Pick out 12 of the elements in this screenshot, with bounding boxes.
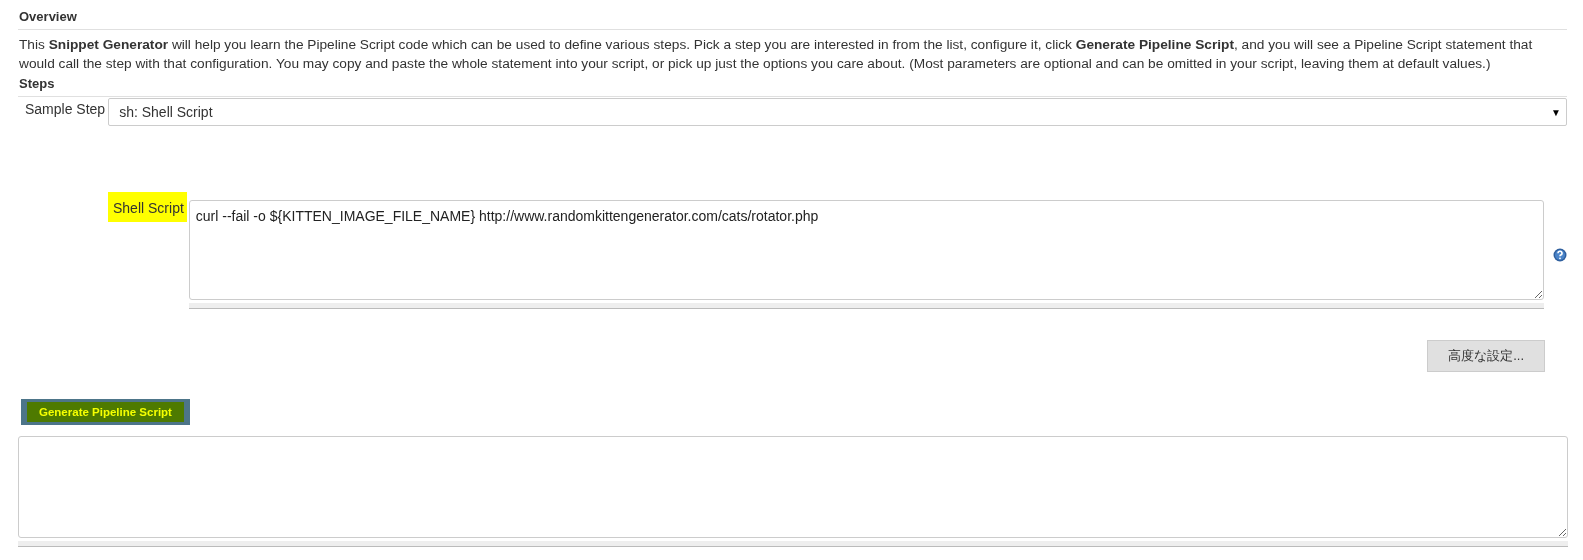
- advanced-button[interactable]: 高度な設定...: [1427, 340, 1545, 372]
- generate-button[interactable]: Generate Pipeline Script: [21, 399, 190, 425]
- step-select[interactable]: sh: Shell Script ▼: [108, 98, 1567, 126]
- dropdown-arrow: ▼: [1551, 106, 1561, 118]
- section-heading: Steps: [18, 73, 1567, 97]
- help-icon[interactable]: [1553, 248, 1567, 262]
- description-text: This Snippet Generator will help you learn the Pipeline Script code which can be used to define various steps. Pick a step you are interested in from the list, configure it, click Generate Pipeline Script, and you will see a Pipeline Script statement that would call the step with that configuration. You may copy and paste the whole statement into your script, or pick up just the options you care about. (Most parameters are optional and can be omitted in your script, leaving them at default values.): [18, 36, 1534, 73]
- section-heading: Overview: [18, 6, 1567, 30]
- field-label: Shell Script: [108, 192, 187, 222]
- script-field[interactable]: curl --fail -o ${KITTEN_IMAGE_FILE_NAME} http://www.randomkittengenerator.com/cats/rotator.php: [188, 200, 1544, 300]
- output-field[interactable]: [18, 436, 1568, 538]
- field-label: Sample Step: [24, 100, 107, 117]
